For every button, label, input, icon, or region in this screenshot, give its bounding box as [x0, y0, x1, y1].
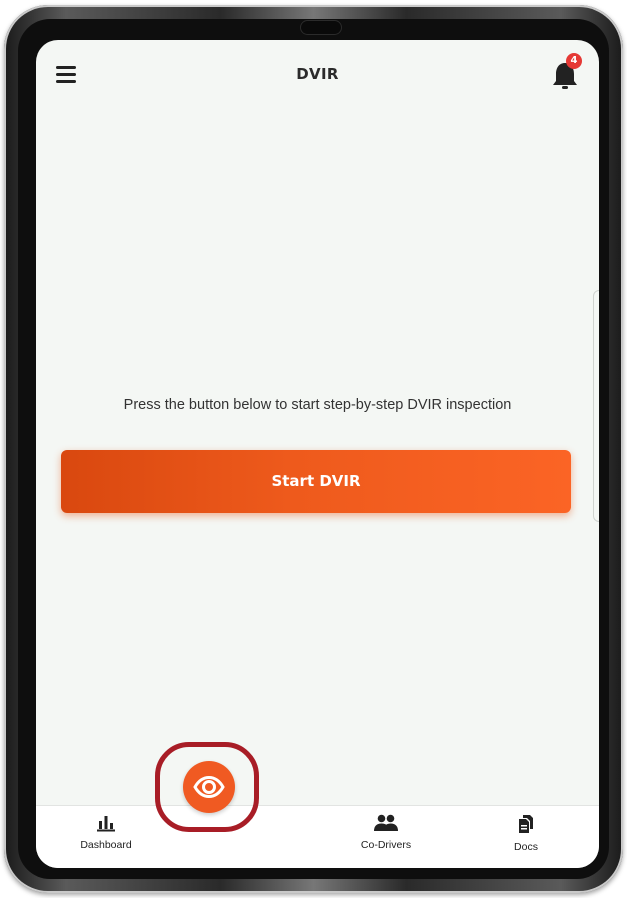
notification-badge: 4 [566, 53, 582, 69]
bottom-tab-bar: Dashboard Co-Drivers Docs [36, 805, 599, 868]
tab-dashboard-label: Dashboard [80, 839, 132, 851]
camera-notch [301, 21, 341, 34]
start-dvir-button[interactable]: Start DVIR [61, 450, 571, 513]
people-icon [374, 814, 398, 831]
instruction-text: Press the button below to start step-by-… [123, 397, 512, 413]
tab-docs[interactable]: Docs [471, 814, 581, 853]
tab-co-drivers-label: Co-Drivers [360, 839, 412, 851]
tab-dvir-eye-button[interactable] [183, 761, 235, 813]
app-header: DVIR 4 [36, 40, 599, 110]
tab-docs-label: Docs [514, 841, 538, 853]
page-title: DVIR [296, 65, 339, 83]
tab-dashboard[interactable]: Dashboard [51, 814, 161, 851]
app-screen: DVIR 4 Press the button below to start s… [36, 40, 599, 868]
tab-co-drivers[interactable]: Co-Drivers [331, 814, 441, 851]
documents-icon [519, 815, 533, 833]
bar-chart-icon [97, 816, 115, 832]
eye-icon [193, 775, 225, 799]
